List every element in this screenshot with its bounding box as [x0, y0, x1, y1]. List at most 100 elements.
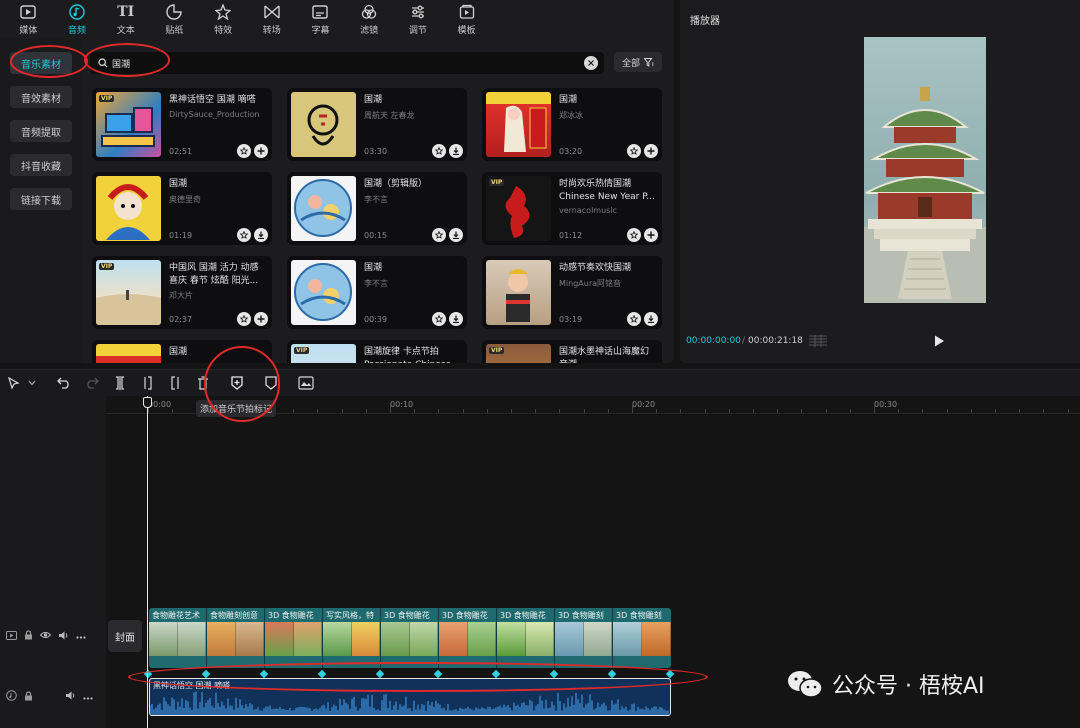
favorite-button[interactable]	[432, 144, 446, 158]
track-card[interactable]: 国潮 李不言 00:39	[287, 256, 467, 329]
download-button[interactable]	[449, 312, 463, 326]
track-card[interactable]: 国潮 奥德里奇 01:19	[92, 172, 272, 245]
undo-button[interactable]	[56, 375, 72, 391]
video-clip[interactable]: 3D 食物雕花	[265, 608, 323, 668]
beat-marker[interactable]	[317, 669, 327, 679]
beat-marker[interactable]	[491, 669, 501, 679]
more-icon[interactable]	[83, 692, 93, 703]
tab-template[interactable]: 模板	[442, 0, 491, 38]
speaker-icon[interactable]	[65, 691, 76, 703]
add-to-timeline-button[interactable]	[254, 312, 268, 326]
track-card[interactable]: VIP 国潮水墨神话山海魔幻 音潮	[482, 340, 662, 363]
side-item-sound-effects[interactable]: 音效素材	[10, 86, 72, 108]
clear-beat-marker-button[interactable]	[263, 375, 279, 391]
filter-dropdown-button[interactable]: 全部	[614, 52, 662, 72]
playhead[interactable]	[147, 396, 148, 728]
lock-icon[interactable]	[24, 690, 33, 704]
cover-button[interactable]: 封面	[108, 620, 142, 652]
favorite-button[interactable]	[432, 228, 446, 242]
delete-button[interactable]	[195, 375, 211, 391]
video-clip[interactable]: 食物雕刻创意	[207, 608, 265, 668]
side-item-music[interactable]: 音乐素材	[10, 52, 72, 74]
side-item-audio-extract[interactable]: 音频提取	[10, 120, 72, 142]
beat-marker[interactable]	[201, 669, 211, 679]
track-duration: 03:20	[559, 147, 583, 156]
split-button[interactable]	[112, 375, 128, 391]
video-track[interactable]: 食物雕花艺术 食物雕刻创意 3D 食物雕花 写实风格，特 3D 食物雕花 3D …	[149, 608, 671, 668]
add-beat-marker-button[interactable]	[229, 375, 245, 391]
beat-marker[interactable]	[665, 669, 675, 679]
side-item-link-download[interactable]: 链接下载	[10, 188, 72, 210]
track-title: 国潮	[559, 95, 578, 105]
beat-marker[interactable]	[433, 669, 443, 679]
select-mode-dropdown[interactable]	[24, 375, 40, 391]
tab-transition[interactable]: 转场	[247, 0, 296, 38]
track-card[interactable]: VIP 中国风 国潮 活力 动感 喜庆 春节 炫酷 阳光... 邓大片 02:3…	[92, 256, 272, 329]
lock-icon[interactable]	[24, 630, 33, 643]
track-card[interactable]: VIP 黑神话悟空 国潮 嘀嗒 DirtySauce_Production 02…	[92, 88, 272, 161]
track-card[interactable]: 国潮	[92, 340, 272, 363]
add-to-timeline-button[interactable]	[254, 144, 268, 158]
tab-audio[interactable]: 音频	[53, 0, 102, 38]
speaker-icon[interactable]	[58, 631, 69, 643]
side-item-douyin-favorites[interactable]: 抖音收藏	[10, 154, 72, 176]
playhead-handle[interactable]	[143, 397, 152, 408]
watermark: 公众号 · 梧桉AI	[786, 668, 985, 700]
search-input[interactable]	[112, 58, 572, 68]
select-tool-button[interactable]	[6, 375, 22, 391]
ruler-tick	[462, 409, 464, 413]
tab-text[interactable]: TI 文本	[101, 0, 150, 38]
video-clip[interactable]: 3D 食物雕刻	[613, 608, 671, 668]
video-clip[interactable]: 食物雕花艺术	[149, 608, 207, 668]
beat-marker[interactable]	[143, 669, 153, 679]
delete-left-button[interactable]	[140, 375, 156, 391]
tab-subtitle[interactable]: 字幕	[296, 0, 345, 38]
add-to-timeline-button[interactable]	[644, 144, 658, 158]
clear-search-button[interactable]	[584, 56, 598, 70]
video-preview[interactable]	[864, 37, 986, 303]
download-button[interactable]	[644, 312, 658, 326]
favorite-button[interactable]	[237, 144, 251, 158]
beat-marker[interactable]	[607, 669, 617, 679]
tab-effects[interactable]: 特效	[199, 0, 248, 38]
track-card[interactable]: 国潮 郑冰冰 03:20	[482, 88, 662, 161]
track-card[interactable]: VIP 时尚欢乐热情国潮 Chinese New Year P... verna…	[482, 172, 662, 245]
tab-adjust[interactable]: 调节	[394, 0, 443, 38]
tab-media[interactable]: 媒体	[4, 0, 53, 38]
download-button[interactable]	[449, 228, 463, 242]
star-icon	[240, 231, 248, 239]
favorite-button[interactable]	[627, 144, 641, 158]
eye-icon[interactable]	[39, 631, 52, 642]
track-card[interactable]: 国潮 周航天 左春龙 03:30	[287, 88, 467, 161]
track-card[interactable]: 国潮（剪辑版） 李不言 00:15	[287, 172, 467, 245]
auto-reframe-button[interactable]	[298, 375, 314, 391]
video-clip[interactable]: 写实风格，特	[323, 608, 381, 668]
tab-sticker[interactable]: 贴纸	[150, 0, 199, 38]
grid-icon[interactable]	[808, 334, 828, 351]
favorite-button[interactable]	[237, 228, 251, 242]
favorite-button[interactable]	[432, 312, 446, 326]
delete-right-button[interactable]	[167, 375, 183, 391]
download-button[interactable]	[254, 228, 268, 242]
ruler-tick	[172, 409, 174, 413]
ruler-tick	[438, 409, 440, 413]
video-clip[interactable]: 3D 食物雕花	[497, 608, 555, 668]
beat-marker[interactable]	[259, 669, 269, 679]
tab-filter[interactable]: 滤镜	[345, 0, 394, 38]
favorite-button[interactable]	[627, 312, 641, 326]
track-card[interactable]: 动感节奏欢快国潮 MingAura阿铭音 03:19	[482, 256, 662, 329]
beat-marker[interactable]	[549, 669, 559, 679]
add-to-timeline-button[interactable]	[644, 228, 658, 242]
favorite-button[interactable]	[237, 312, 251, 326]
more-icon[interactable]	[76, 631, 86, 642]
beat-marker[interactable]	[375, 669, 385, 679]
video-clip[interactable]: 3D 食物雕花	[439, 608, 497, 668]
redo-button[interactable]	[84, 375, 100, 391]
download-button[interactable]	[449, 144, 463, 158]
track-card[interactable]: VIP 国潮旋律 卡点节拍 Passionate Chinese	[287, 340, 467, 363]
favorite-button[interactable]	[627, 228, 641, 242]
video-clip[interactable]: 3D 食物雕花	[381, 608, 439, 668]
video-clip[interactable]: 3D 食物雕刻	[555, 608, 613, 668]
audio-clip[interactable]: 黑神话悟空 国潮 嘀嗒	[149, 678, 671, 716]
play-button[interactable]	[932, 334, 946, 351]
